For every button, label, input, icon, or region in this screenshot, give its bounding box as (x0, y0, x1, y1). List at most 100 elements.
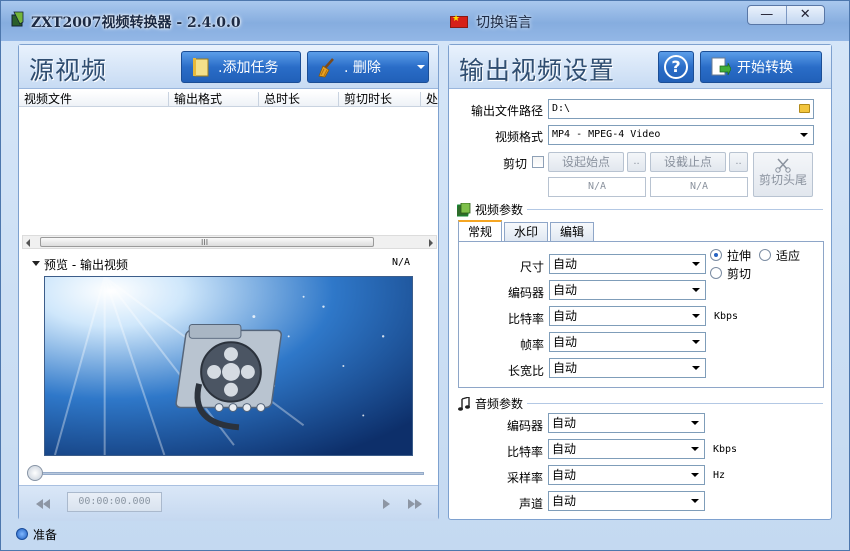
convert-icon (711, 57, 731, 76)
folder-icon[interactable] (799, 104, 810, 113)
set-start-button[interactable]: 设起始点 (548, 152, 624, 172)
samplerate-unit: Hz (713, 470, 726, 481)
video-format-select[interactable]: MP4 - MPEG-4 Video (548, 125, 814, 145)
video-params-label: 视频参数 (475, 203, 524, 217)
video-params-tabs: 常规 水印 编辑 (458, 220, 596, 242)
column-output-format[interactable]: 输出格式 (169, 92, 259, 106)
delete-button[interactable]: . 删除 (307, 51, 429, 83)
start-convert-button[interactable]: 开始转换 (700, 51, 822, 83)
output-path-label: 输出文件路径 (470, 104, 543, 118)
fast-forward-icon[interactable] (408, 499, 422, 509)
size-select[interactable]: 自动 (549, 254, 706, 274)
stretch-radio[interactable] (710, 249, 722, 261)
fit-radio[interactable] (759, 249, 771, 261)
chevron-down-icon (692, 288, 700, 292)
cut-checkbox[interactable] (532, 156, 544, 168)
transport-bar: 00:00:00.000 (19, 485, 438, 521)
aspect-ratio-value: 自动 (553, 361, 578, 375)
column-cut-duration[interactable]: 剪切时长 (339, 92, 421, 106)
preview-label: 预览 - 输出视频 (44, 258, 128, 272)
channels-value: 自动 (552, 494, 577, 508)
framerate-select[interactable]: 自动 (549, 332, 706, 352)
video-format-label: 视频格式 (494, 130, 543, 144)
title-bar[interactable]: ZXT2007视频转换器 - 2.4.0.0 切换语言 — ✕ (1, 1, 849, 41)
play-icon[interactable] (383, 499, 390, 509)
task-list-header: 视频文件 输出格式 总时长 剪切时长 处 (19, 91, 438, 107)
chevron-down-icon (692, 262, 700, 266)
audio-encoder-select[interactable]: 自动 (548, 413, 705, 433)
preview-status: N/A (392, 257, 411, 268)
audio-bitrate-label: 比特率 (506, 445, 543, 459)
video-bitrate-select[interactable]: 自动 (549, 306, 706, 326)
window-title: ZXT2007视频转换器 - 2.4.0.0 (31, 15, 241, 31)
video-bitrate-label: 比特率 (507, 312, 544, 326)
task-list[interactable] (19, 108, 438, 234)
seek-slider[interactable] (27, 465, 427, 481)
audio-bitrate-unit: Kbps (713, 444, 738, 455)
cut-label: 剪切 (502, 157, 527, 171)
collapse-arrow-icon[interactable] (32, 261, 40, 266)
tab-edit[interactable]: 编辑 (550, 222, 595, 241)
column-video-file[interactable]: 视频文件 (19, 92, 169, 106)
window-controls: — ✕ (747, 5, 825, 25)
audio-bitrate-select[interactable]: 自动 (548, 439, 705, 459)
music-note-icon (458, 396, 470, 411)
language-switch[interactable]: 切换语言 (450, 12, 532, 32)
info-icon (16, 528, 28, 540)
add-task-button[interactable]: .添加任务 (181, 51, 301, 83)
document-icon (193, 58, 209, 77)
scissors-icon (775, 158, 791, 173)
video-preview (44, 276, 413, 456)
fit-label: 适应 (776, 249, 801, 263)
video-bitrate-unit: Kbps (714, 311, 739, 322)
column-process[interactable]: 处 (421, 92, 438, 106)
samplerate-select[interactable]: 自动 (548, 465, 705, 485)
aspect-ratio-select[interactable]: 自动 (549, 358, 706, 378)
time-display: 00:00:00.000 (67, 492, 162, 512)
video-params-divider (527, 209, 823, 210)
audio-params-section: 音频参数 (457, 395, 823, 412)
task-list-hscrollbar[interactable]: III (22, 235, 437, 249)
delete-dropdown-arrow-icon[interactable] (417, 65, 425, 69)
channels-select[interactable]: 自动 (548, 491, 705, 511)
size-label: 尺寸 (519, 260, 544, 274)
trim-head-tail-label: 剪切头尾 (758, 173, 807, 187)
minimize-button[interactable]: — (748, 6, 786, 24)
chevron-down-icon (691, 499, 699, 503)
trim-head-tail-button[interactable]: 剪切头尾 (753, 152, 813, 197)
size-value: 自动 (553, 257, 578, 271)
seek-knob[interactable] (27, 465, 43, 481)
audio-bitrate-value: 自动 (552, 442, 577, 456)
stretch-label: 拉伸 (727, 249, 752, 263)
film-icon (457, 202, 471, 216)
scroll-grip: III (201, 238, 209, 247)
chevron-down-icon (692, 314, 700, 318)
output-settings-panel: 输出视频设置 ? 开始转换 输出文件路径 D:\ 视频格式 MP4 - MPEG… (448, 44, 832, 520)
scroll-right-icon[interactable] (429, 239, 433, 247)
crop-radio[interactable] (710, 267, 722, 279)
rewind-icon[interactable] (36, 499, 50, 509)
output-path-input[interactable]: D:\ (548, 99, 814, 119)
end-more-button[interactable]: .. (729, 152, 748, 172)
video-encoder-select[interactable]: 自动 (549, 280, 706, 300)
close-button[interactable]: ✕ (785, 6, 825, 24)
tab-watermark[interactable]: 水印 (504, 222, 549, 241)
scroll-left-icon[interactable] (26, 239, 30, 247)
general-tab-panel: 尺寸 自动 拉伸 适应 剪切 编码器 自动 比特率 自动 Kbps 帧率 自动 … (458, 241, 824, 388)
audio-params-label: 音频参数 (475, 397, 524, 411)
source-panel-header: 源视频 .添加任务 . 删除 (19, 45, 438, 89)
tab-general[interactable]: 常规 (458, 220, 503, 241)
seek-track[interactable] (37, 472, 424, 475)
end-point-value: N/A (650, 177, 748, 197)
help-button[interactable]: ? (658, 51, 694, 83)
output-settings-title: 输出视频设置 (459, 56, 616, 85)
channels-label: 声道 (518, 497, 543, 511)
column-total-duration[interactable]: 总时长 (259, 92, 339, 106)
app-logo-icon (11, 11, 24, 27)
framerate-value: 自动 (553, 335, 578, 349)
scroll-thumb[interactable]: III (40, 237, 374, 247)
chevron-down-icon (692, 366, 700, 370)
start-more-button[interactable]: .. (627, 152, 646, 172)
framerate-label: 帧率 (519, 338, 544, 352)
set-end-button[interactable]: 设截止点 (650, 152, 726, 172)
